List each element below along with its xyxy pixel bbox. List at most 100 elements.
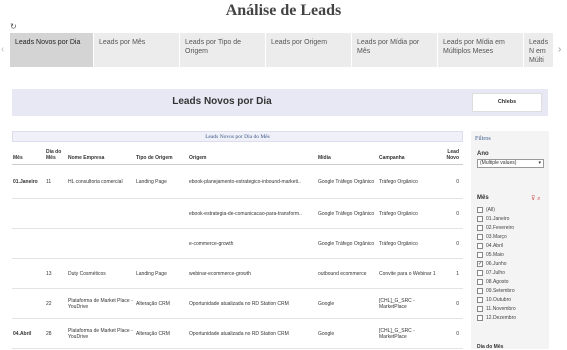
- cell-mes: 01.Janeiro: [12, 164, 45, 199]
- cell-mes: 04.Abril: [12, 318, 45, 349]
- checkbox-icon[interactable]: [477, 278, 483, 285]
- checkbox-icon[interactable]: [477, 206, 483, 213]
- month-option[interactable]: 10.Outubro: [477, 295, 547, 304]
- column-header-mes[interactable]: Mês: [12, 148, 45, 165]
- refresh-icon[interactable]: ↻: [10, 22, 17, 31]
- month-option[interactable]: 04.Abril: [477, 241, 547, 250]
- mes-filter-label: Mês: [477, 195, 489, 201]
- tab-2[interactable]: Leads por Tipo de Origem: [180, 33, 266, 67]
- cell-mes: [12, 258, 45, 289]
- tab-1[interactable]: Leads por Mês: [94, 33, 180, 67]
- table-row[interactable]: 22 Plataforma de Market Place - YouDrive A…: [12, 288, 463, 319]
- tabs-scroll-left-icon[interactable]: ‹: [1, 44, 4, 55]
- month-option[interactable]: 11.Novembro: [477, 304, 547, 313]
- cell-origem: Oportunidade atualizada no RD Station CR…: [188, 318, 317, 349]
- checkbox-icon[interactable]: [477, 224, 483, 231]
- month-option[interactable]: 02.Fevereiro: [477, 223, 547, 232]
- cell-lead: 0: [439, 198, 463, 229]
- month-option[interactable]: 07.Julho: [477, 268, 547, 277]
- cell-tipo: Landing Page: [135, 258, 188, 289]
- leads-table: Mês Dia do Mês Nome Empresa Tipo de Orig…: [12, 148, 463, 349]
- month-option-label: 06.Junho: [486, 260, 507, 267]
- tabs-scroll-right-icon[interactable]: ›: [558, 44, 561, 55]
- ano-filter-label: Ano: [477, 151, 489, 157]
- chevron-down-icon: ▾: [538, 160, 541, 166]
- column-header-lead[interactable]: Lead Novo: [439, 148, 463, 165]
- cell-dia: 22: [45, 288, 67, 319]
- cell-tipo: Landing Page: [135, 164, 188, 199]
- month-option[interactable]: 01.Janeiro: [477, 214, 547, 223]
- cell-mes: [12, 288, 45, 319]
- cell-midia: outbound ecommerce: [317, 258, 378, 289]
- tab-3[interactable]: Leads por Origem: [266, 33, 352, 67]
- column-header-dia[interactable]: Dia do Mês: [45, 148, 67, 165]
- table-row[interactable]: 01.Janeiro 11 HL consultoria comercial Land…: [12, 164, 463, 199]
- column-header-tipo[interactable]: Tipo de Origem: [135, 148, 188, 165]
- banner: Leads Novos por Dia Chlebs: [12, 89, 548, 116]
- cell-campanha: Tráfego Orgânico: [378, 198, 439, 229]
- cell-origem: Oportunidade atualizada no RD Station CR…: [188, 288, 317, 319]
- table-caption: Leads Novos por Dia do Mês: [12, 131, 463, 142]
- tab-bar: Leads Novos por Dia Leads por Mês Leads po…: [10, 33, 554, 67]
- month-option-label: 11.Novembro: [486, 305, 516, 312]
- checkbox-icon[interactable]: [477, 296, 483, 303]
- cell-tipo: Alteração CRM: [135, 288, 188, 319]
- dia-filter-label: Dia do Mês: [477, 344, 504, 350]
- tab-0[interactable]: Leads Novos por Dia: [10, 33, 94, 67]
- cell-origem: webinar-ecommerce-growth: [188, 258, 317, 289]
- cell-mes: [12, 198, 45, 229]
- cell-empresa: HL consultoria comercial: [67, 164, 135, 199]
- month-option[interactable]: 09.Setembro: [477, 286, 547, 295]
- cell-lead: 0: [439, 288, 463, 319]
- column-header-campanha[interactable]: Campanha: [378, 148, 439, 165]
- tab-6[interactable]: Leads N em Múlti: [524, 33, 554, 67]
- checkbox-icon[interactable]: [477, 242, 483, 249]
- cell-tipo: [135, 228, 188, 259]
- month-option-label: 01.Janeiro: [486, 215, 510, 222]
- month-option-label: (All): [486, 206, 495, 213]
- checkbox-icon[interactable]: [477, 314, 483, 321]
- checkbox-icon[interactable]: [477, 233, 483, 240]
- column-header-empresa[interactable]: Nome Empresa: [67, 148, 135, 165]
- cell-empresa: [67, 228, 135, 259]
- cell-lead: 0: [439, 228, 463, 259]
- month-option[interactable]: 08.Agosto: [477, 277, 547, 286]
- cell-dia: 28: [45, 318, 67, 349]
- cell-empresa: [67, 198, 135, 229]
- month-option[interactable]: 03.Março: [477, 232, 547, 241]
- tab-5[interactable]: Leads por Mídia em Múltiplos Meses: [438, 33, 524, 67]
- tab-4[interactable]: Leads por Mídia por Mês: [352, 33, 438, 67]
- table-row[interactable]: ebook-estrategia-de-comunicacao-para-tra…: [12, 198, 463, 229]
- month-option[interactable]: 05.Maio: [477, 250, 547, 259]
- cell-campanha: Convite para o Webinar 1: [378, 258, 439, 289]
- checkbox-icon[interactable]: [477, 215, 483, 222]
- search-icon[interactable]: ⌕: [537, 196, 540, 202]
- checkbox-icon[interactable]: [477, 287, 483, 294]
- column-header-midia[interactable]: Mídia: [317, 148, 378, 165]
- month-option[interactable]: 12.Dezembro: [477, 313, 547, 322]
- checkbox-checked-icon[interactable]: ✓: [477, 260, 483, 267]
- table-row[interactable]: 13 Duty Cosméticos Landing Page webinar-eco…: [12, 258, 463, 289]
- table-row[interactable]: 04.Abril 28 Plataforma de Market Place - Y…: [12, 318, 463, 349]
- cell-dia: 11: [45, 164, 67, 199]
- ano-select-value: (Multiple values): [480, 160, 517, 166]
- month-option[interactable]: ✓ 06.Junho: [477, 259, 547, 268]
- filter-panel: Filtros Ano (Multiple values) ▾ Mês ⊽ ⌕ …: [471, 131, 549, 350]
- cell-dia: [45, 228, 67, 259]
- month-option-label: 07.Julho: [486, 269, 505, 276]
- checkbox-icon[interactable]: [477, 305, 483, 312]
- cell-midia: Google Tráfego Orgânico: [317, 198, 378, 229]
- banner-title: Leads Novos por Dia: [172, 96, 272, 107]
- ano-select[interactable]: (Multiple values) ▾: [477, 159, 544, 168]
- cell-origem: e-commerce-growth: [188, 228, 317, 259]
- cell-origem: ebook-estrategia-de-comunicacao-para-tra…: [188, 198, 317, 229]
- cell-lead: 0: [439, 164, 463, 199]
- checkbox-icon[interactable]: [477, 269, 483, 276]
- filter-title: Filtros: [475, 136, 491, 142]
- table-row[interactable]: e-commerce-growth Google Tráfego Orgânico…: [12, 228, 463, 259]
- checkbox-icon[interactable]: [477, 251, 483, 258]
- cell-midia: Google Tráfego Orgânico: [317, 228, 378, 259]
- month-option[interactable]: (All): [477, 205, 547, 214]
- column-header-origem[interactable]: Origem: [188, 148, 317, 165]
- clear-filter-icon[interactable]: ⊽: [531, 196, 535, 202]
